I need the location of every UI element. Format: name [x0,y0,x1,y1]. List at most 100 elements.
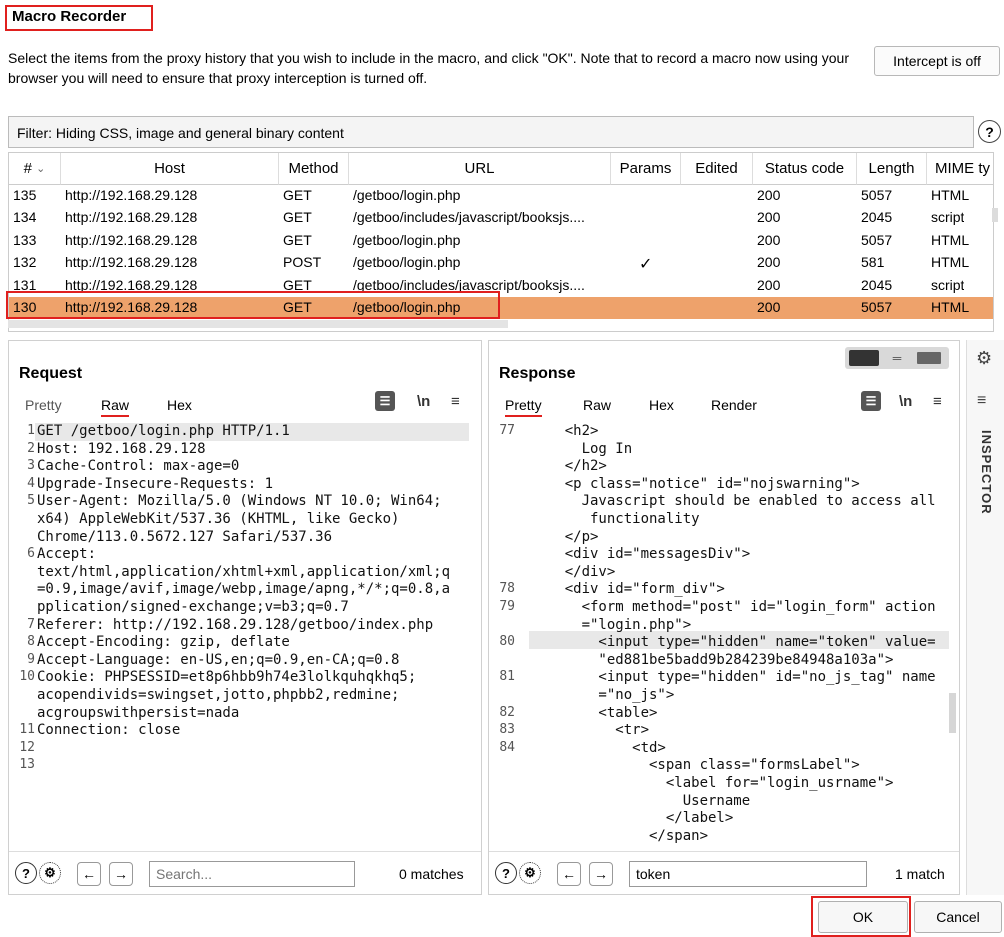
code-line: pplication/signed-exchange;v=b3;q=0.7 [37,599,349,615]
previous-match-button[interactable]: ← [77,862,101,886]
selected-row-highlight [6,291,500,319]
table-row[interactable]: 133 http://192.168.29.128 GET/getboo/login… [9,230,993,252]
code-line: Host: 192.168.29.128 [37,440,206,457]
line-number: 6 [27,546,35,562]
code-line: <p class="notice" id="nojswarning"> [531,475,860,492]
line-number: 84 [499,739,515,755]
next-match-button[interactable]: → [589,862,613,886]
code-line: Cache-Control: max-age=0 [37,458,240,475]
line-number: 77 [499,423,515,438]
help-icon[interactable]: ? [15,862,37,884]
cell-mime: script [931,209,965,226]
code-line: ="login.php"> [531,616,692,633]
vertical-scrollbar[interactable] [992,208,998,222]
gear-icon[interactable]: ⚙ [976,348,992,369]
tab-request-raw[interactable]: Raw [101,397,130,417]
intercept-toggle-button[interactable]: Intercept is off [874,46,1000,76]
help-icon[interactable]: ? [495,862,517,884]
response-editor[interactable]: 77 <h2> Log In </h2> <p class="notice" i… [489,423,959,843]
editor-scrollbar[interactable] [949,693,956,733]
cell-status: 200 [757,209,781,226]
side-strip: ⚙ ≡ [966,340,1004,895]
code-line: <input type="hidden" name="token" value= [531,634,936,651]
horizontal-scrollbar[interactable] [8,320,508,328]
previous-match-button[interactable]: ← [557,862,581,886]
table-row[interactable]: 132 http://192.168.29.128 POST/getboo/logi… [9,252,993,274]
code-line: Accept-Encoding: gzip, deflate [37,634,290,651]
line-number: 3 [27,458,35,474]
line-number: 81 [499,669,515,685]
menu-icon[interactable]: ≡ [451,393,460,410]
tab-response-hex[interactable]: Hex [649,397,674,413]
column-header-mime[interactable]: MIME ty [927,153,993,185]
line-number: 7 [27,616,35,632]
code-line: <td> [531,739,666,756]
code-line: <span class="formsLabel"> [531,757,860,774]
wrap-lines-icon[interactable]: ☰ [861,391,881,411]
collapse-icon[interactable]: ≡ [977,392,986,410]
help-icon[interactable]: ? [978,120,1001,143]
cell-num: 134 [13,209,37,226]
code-line: acopendivids=swingset,jotto,phpbb2,redmi… [37,687,400,703]
split-horizontal-icon[interactable]: ═ [885,352,909,364]
newline-toggle-icon[interactable]: \n [417,393,430,410]
line-number: 2 [27,440,35,456]
single-pane-icon[interactable] [917,352,941,364]
tab-request-hex[interactable]: Hex [167,397,192,413]
gear-icon[interactable]: ⚙ [519,862,541,884]
wrap-lines-icon[interactable]: ☰ [375,391,395,411]
code-line: acgroupswithpersist=nada [37,704,240,721]
request-search-input[interactable] [149,861,355,887]
menu-icon[interactable]: ≡ [933,393,942,410]
column-header-edited[interactable]: Edited [681,153,753,185]
cell-num: 133 [13,231,37,248]
code-line: Accept-Language: en-US,en;q=0.9,en-CA;q=… [37,651,400,668]
code-line: Upgrade-Insecure-Requests: 1 [37,475,274,492]
layout-toggle-group: ═ [845,347,949,369]
inspector-tab[interactable]: INSPECTOR [979,430,994,515]
cell-mime: HTML [931,187,970,203]
code-line: <div id="form_div"> [531,581,725,598]
column-header-number[interactable]: # ⌄ [9,153,61,185]
request-editor[interactable]: 1 GET /getboo/login.php HTTP/1.1 2 Host: 19… [9,423,481,843]
cell-params: ✓ [639,256,653,274]
cell-host: http://192.168.29.128 [65,209,198,226]
tab-response-raw[interactable]: Raw [583,397,611,413]
column-header-params[interactable]: Params [611,153,681,185]
ok-button[interactable]: OK [818,901,908,933]
tab-response-render[interactable]: Render [711,397,757,413]
filter-bar[interactable]: Filter: Hiding CSS, image and general bi… [8,116,974,148]
line-number: 1 [27,423,35,438]
tab-response-pretty[interactable]: Pretty [505,397,542,417]
column-header-method[interactable]: Method [279,153,349,185]
code-line: </label> [531,810,734,827]
column-header-host[interactable]: Host [61,153,279,185]
column-header-length[interactable]: Length [857,153,927,185]
cell-mime: HTML [931,299,970,315]
cell-url: /getboo/includes/javascript/booksjs.... [353,209,585,226]
cell-length: 5057 [861,299,893,315]
line-number: 5 [27,493,35,509]
column-header-url[interactable]: URL [349,153,611,185]
table-row[interactable]: 134 http://192.168.29.128 GET/getboo/inclu… [9,207,993,229]
next-match-button[interactable]: → [109,862,133,886]
newline-toggle-icon[interactable]: \n [899,393,912,410]
line-number: 80 [499,634,515,650]
code-line: Javascript should be enabled to access a… [531,493,936,510]
code-line: Log In [531,440,633,457]
response-search-input[interactable] [629,861,867,887]
code-line: Chrome/113.0.5672.127 Safari/537.36 [37,528,333,545]
gear-icon[interactable]: ⚙ [39,862,61,884]
code-line: <table> [531,704,658,721]
cancel-button[interactable]: Cancel [914,901,1002,933]
filter-text: Filter: Hiding CSS, image and general bi… [17,125,344,141]
split-vertical-icon[interactable] [849,350,879,366]
code-line: User-Agent: Mozilla/5.0 (Windows NT 10.0… [37,493,442,510]
code-line: Cookie: PHPSESSID=et8p6hbb9h74e3lolkquhq… [37,669,417,686]
table-row[interactable]: 135 http://192.168.29.128 GET/getboo/login… [9,185,993,207]
line-number: 13 [19,757,35,773]
line-number: 79 [499,599,515,614]
cell-host: http://192.168.29.128 [65,254,198,271]
column-header-status-code[interactable]: Status code [753,153,857,185]
tab-request-pretty[interactable]: Pretty [25,397,62,413]
